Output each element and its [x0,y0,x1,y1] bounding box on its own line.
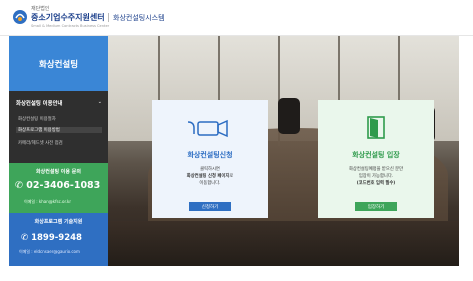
tech-support-email: 이메일 : eldcnsaer@gaurio.com [19,249,80,254]
door-enter-icon [318,114,434,142]
contact-phone-number: 02-3406-1083 [26,180,101,191]
floor [108,221,459,266]
phone-icon: ✆ [21,233,29,243]
contact-title: 화상컨설팅 이용 문의 [36,169,81,175]
sidebar-section-label: 화상컨설팅 이용안내 [16,101,63,107]
apply-card-title: 화상컨설팅신청 [187,151,233,159]
tech-support-phone-number: 1899-9248 [31,233,82,243]
sidebar-item-device-check[interactable]: 카메라/헤드셋 사전 점검 [18,140,104,146]
contact-phone: ✆ 02-3406-1083 [15,180,100,191]
sidebar-section-title[interactable]: 화상컨설팅 이용안내 ⌄ [16,99,104,107]
tech-support-title: 화상프로그램 기술지원 [34,219,83,225]
apply-card[interactable]: 화상컨설팅신청 클릭하시면 화상컨설팅 신청 페이지로 이동합니다. 신청하기 [152,100,268,218]
contact-box: 화상컨설팅 이용 문의 ✆ 02-3406-1083 이메일 : khan@kf… [9,163,108,213]
enter-card-description: 화상컨설팅예정을 받으신 분만 입장이 가능합니다. (코드번호 입력 필수) [326,166,426,187]
contact-email: 이메일 : khan@kfsc.or.kr [24,199,72,204]
tech-support-phone: ✆ 1899-9248 [21,233,82,243]
enter-card[interactable]: 화상컨설팅 입장 화상컨설팅예정을 받으신 분만 입장이 가능합니다. (코드번… [318,100,434,218]
site-logo[interactable]: 재단법인 중소기업수주지원센터 Small & Medium Contracts… [12,5,202,32]
org-subtitle: Small & Medium Contracts Business Center [31,24,110,28]
sidebar-title: 화상컨설팅 [9,36,108,91]
enter-card-title: 화상컨설팅 입장 [352,151,400,159]
sidebar: 화상컨설팅 화상컨설팅 이용안내 ⌄ 화상컨설팅 이용절차 화상프로그램 이용방… [9,36,108,266]
tech-support-box: 화상프로그램 기술지원 ✆ 1899-9248 이메일 : eldcnsaer@… [9,213,108,266]
logo-mark-icon [13,10,27,24]
apply-desc-line3: 이동합니다. [199,181,221,186]
enter-button[interactable]: 입장하기 [355,202,397,211]
app-name: 화상컨설팅시스템 [113,14,165,22]
org-name: 중소기업수주지원센터 [31,13,105,22]
top-header: 재단법인 중소기업수주지원센터 Small & Medium Contracts… [0,0,473,36]
chevron-down-icon: ⌄ [97,99,102,105]
enter-desc-line2: 입장이 가능합니다. [358,174,394,179]
enter-desc-line1: 화상컨설팅예정을 받으신 분만 [348,167,404,172]
sidebar-item-program-guide[interactable]: 화상프로그램 이용방법 [16,127,102,133]
apply-card-description: 클릭하시면 화상컨설팅 신청 페이지로 이동합니다. [160,166,260,187]
apply-desc-line2-bold: 화상컨설팅 신청 페이지 [186,174,230,179]
org-small-label: 재단법인 [31,6,50,12]
chair [278,98,300,134]
camera-icon [152,114,268,142]
sidebar-item-procedure[interactable]: 화상컨설팅 이용절차 [18,116,104,122]
apply-button[interactable]: 신청하기 [189,202,231,211]
apply-desc-line2-rest: 로 [229,174,234,179]
phone-icon: ✆ [15,180,23,191]
logo-divider [108,13,109,22]
apply-desc-line1: 클릭하시면 [200,167,220,172]
sidebar-menu: 화상컨설팅 이용안내 ⌄ 화상컨설팅 이용절차 화상프로그램 이용방법 카메라/… [9,91,108,163]
enter-desc-line3: (코드번호 입력 필수) [356,181,396,186]
